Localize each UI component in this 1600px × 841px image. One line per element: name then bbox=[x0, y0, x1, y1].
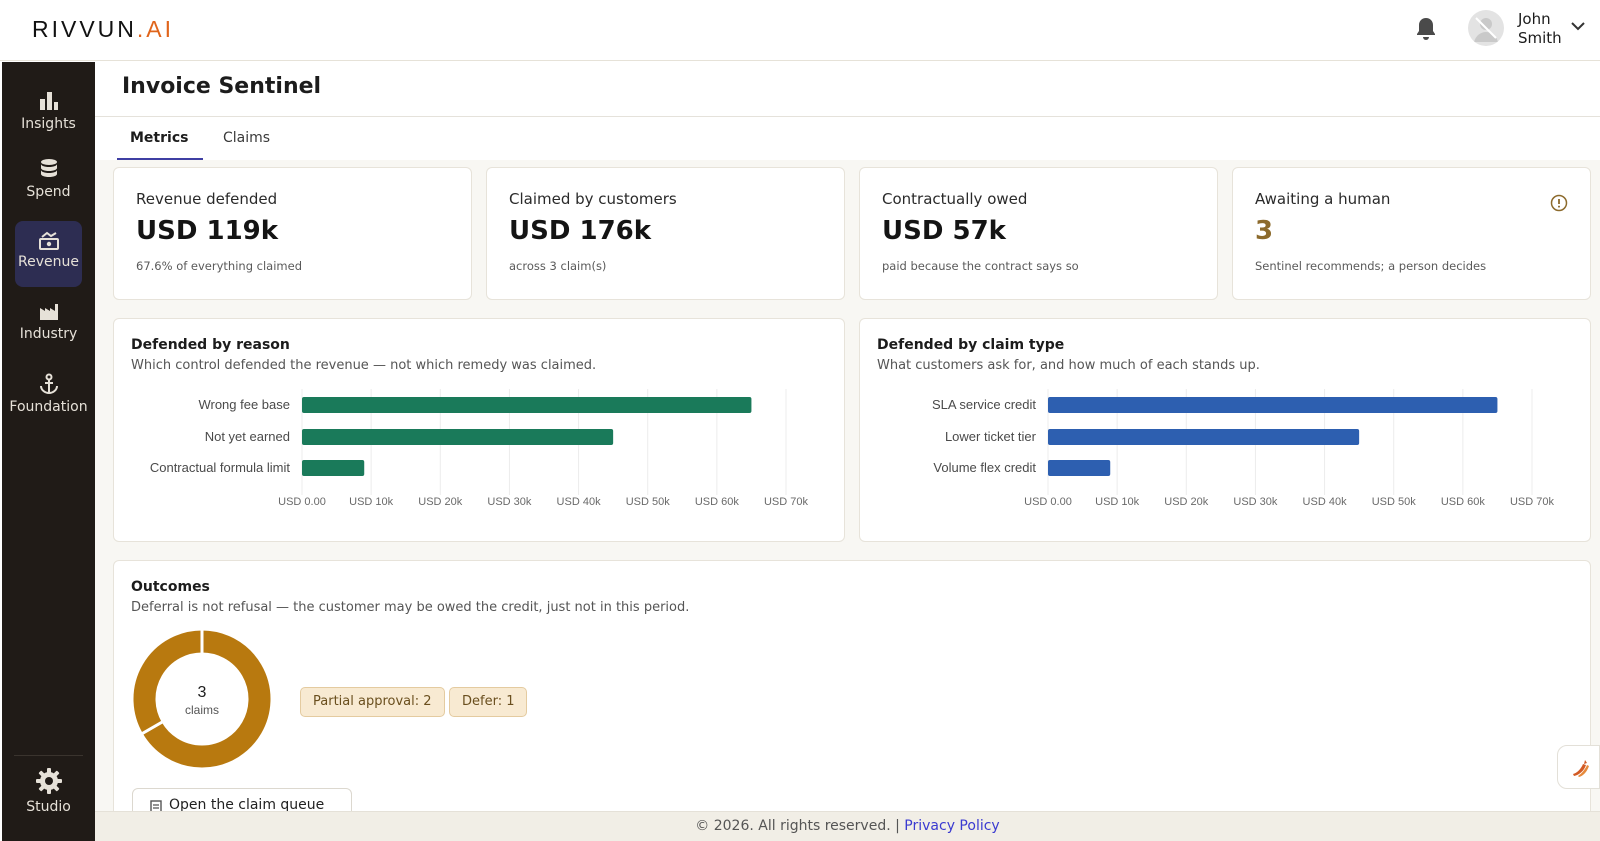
footer: © 2026. All rights reserved. | Privacy P… bbox=[95, 811, 1600, 841]
kpi-subtext: Sentinel recommends; a person decides bbox=[1255, 259, 1487, 273]
database-icon bbox=[40, 159, 57, 177]
kpi-subtext: paid because the contract says so bbox=[882, 259, 1079, 273]
chart-card-by-reason: Defended by reason Which control defende… bbox=[113, 318, 845, 542]
tab-claims[interactable]: Claims bbox=[223, 130, 270, 160]
chevron-down-icon[interactable] bbox=[1570, 20, 1586, 32]
kpi-value: USD 176k bbox=[509, 216, 652, 246]
sidebar-item-label: Spend bbox=[26, 184, 71, 200]
x-tick-label: USD 70k bbox=[1510, 496, 1555, 508]
kpi-card-claimed: Claimed by customers USD 176k across 3 c… bbox=[486, 167, 845, 300]
y-category-label: Volume flex credit bbox=[933, 460, 1036, 475]
assistant-icon bbox=[1573, 760, 1589, 777]
kpi-value: 3 bbox=[1255, 216, 1274, 246]
top-bar: RIVVUN.AI John Smith bbox=[0, 0, 1600, 61]
x-tick-label: USD 40k bbox=[1303, 496, 1348, 508]
bar bbox=[1048, 429, 1360, 445]
y-category-label: Wrong fee base bbox=[198, 397, 290, 412]
sidebar-item-spend[interactable]: Spend bbox=[15, 158, 82, 224]
bar bbox=[1048, 397, 1498, 413]
logo[interactable]: RIVVUN.AI bbox=[32, 16, 174, 43]
user-name[interactable]: John Smith bbox=[1518, 10, 1562, 48]
x-tick-label: USD 60k bbox=[1441, 496, 1486, 508]
logo-suffix: .AI bbox=[136, 16, 175, 42]
bar-chart-icon bbox=[39, 92, 58, 110]
x-tick-label: USD 0.00 bbox=[278, 496, 326, 508]
avatar-icon[interactable] bbox=[1468, 10, 1504, 46]
sidebar-item-insights[interactable]: Insights bbox=[15, 86, 82, 152]
bar-chart-by-reason: USD 0.00 USD 10k USD 20k USD 30k USD 40k USD … bbox=[150, 389, 809, 508]
user-last-name: Smith bbox=[1518, 29, 1562, 47]
tab-metrics[interactable]: Metrics bbox=[117, 130, 203, 160]
legend-pill-partial-approval: Partial approval: 2 bbox=[300, 687, 445, 717]
donut-center-value: 3 bbox=[198, 684, 207, 701]
y-category-label: Contractual formula limit bbox=[150, 460, 291, 475]
sidebar-item-label: Industry bbox=[19, 326, 78, 342]
kpi-value: USD 57k bbox=[882, 216, 1006, 246]
y-category-label: Not yet earned bbox=[205, 429, 290, 444]
gear-icon bbox=[35, 768, 62, 794]
x-tick-label: USD 50k bbox=[1372, 496, 1417, 508]
x-tick-label: USD 30k bbox=[487, 496, 532, 508]
kpi-label: Contractually owed bbox=[882, 190, 1028, 208]
bar bbox=[302, 429, 614, 445]
kpi-subtext: 67.6% of everything claimed bbox=[136, 259, 302, 273]
bell-icon[interactable] bbox=[1414, 16, 1438, 42]
bar-chart-by-claim-type: USD 0.00 USD 10k USD 20k USD 30k USD 40k USD … bbox=[932, 389, 1555, 508]
sidebar-divider bbox=[14, 755, 83, 756]
sidebar: Insights Spend Revenue Industry Foundati… bbox=[2, 62, 95, 841]
y-category-label: SLA service credit bbox=[932, 397, 1036, 412]
info-icon[interactable] bbox=[1550, 194, 1568, 212]
sidebar-item-foundation[interactable]: Foundation bbox=[9, 373, 88, 439]
donut-slice bbox=[132, 629, 204, 737]
y-category-label: Lower ticket tier bbox=[945, 429, 1037, 444]
factory-icon bbox=[39, 304, 58, 320]
sidebar-item-studio[interactable]: Studio bbox=[15, 767, 82, 833]
kpi-value: USD 119k bbox=[136, 216, 279, 246]
x-tick-label: USD 60k bbox=[695, 496, 740, 508]
kpi-label: Awaiting a human bbox=[1255, 190, 1391, 208]
sidebar-item-label: Studio bbox=[26, 799, 71, 815]
sidebar-item-industry[interactable]: Industry bbox=[15, 302, 82, 368]
sidebar-item-revenue[interactable]: Revenue bbox=[15, 221, 82, 287]
x-tick-label: USD 20k bbox=[418, 496, 463, 508]
chart-card-by-claim-type: Defended by claim type What customers as… bbox=[859, 318, 1591, 542]
bar bbox=[302, 460, 365, 476]
logo-main: RIVVUN bbox=[32, 16, 137, 42]
user-first-name: John bbox=[1518, 10, 1551, 28]
sidebar-item-label: Insights bbox=[21, 116, 76, 132]
chart-subtitle: Deferral is not refusal — the customer m… bbox=[131, 600, 690, 615]
anchor-icon bbox=[39, 373, 58, 395]
footer-copyright: © 2026. All rights reserved. | bbox=[695, 818, 900, 834]
x-tick-label: USD 20k bbox=[1164, 496, 1209, 508]
bar bbox=[1048, 460, 1111, 476]
page-header: Invoice Sentinel bbox=[95, 62, 1600, 117]
page-title: Invoice Sentinel bbox=[122, 74, 322, 99]
tab-bar: Metrics Claims bbox=[95, 118, 1600, 160]
kpi-card-awaiting-human: Awaiting a human 3 Sentinel recommends; … bbox=[1232, 167, 1591, 300]
donut-center-label: claims bbox=[185, 703, 219, 717]
kpi-label: Claimed by customers bbox=[509, 190, 677, 208]
x-tick-label: USD 0.00 bbox=[1024, 496, 1072, 508]
sidebar-item-label: Foundation bbox=[9, 399, 88, 415]
kpi-card-revenue-defended: Revenue defended USD 119k 67.6% of every… bbox=[113, 167, 472, 300]
assistant-float-button[interactable] bbox=[1557, 745, 1600, 789]
x-tick-label: USD 50k bbox=[626, 496, 671, 508]
x-tick-label: USD 40k bbox=[557, 496, 602, 508]
bar bbox=[302, 397, 752, 413]
money-icon bbox=[38, 231, 59, 250]
x-tick-label: USD 10k bbox=[1095, 496, 1140, 508]
x-tick-label: USD 70k bbox=[764, 496, 809, 508]
chart-title: Outcomes bbox=[131, 579, 210, 595]
kpi-subtext: across 3 claim(s) bbox=[509, 259, 607, 273]
kpi-label: Revenue defended bbox=[136, 190, 278, 208]
x-tick-label: USD 10k bbox=[349, 496, 394, 508]
sidebar-item-label: Revenue bbox=[18, 254, 79, 270]
legend-pill-defer: Defer: 1 bbox=[449, 687, 528, 717]
kpi-card-contractually-owed: Contractually owed USD 57k paid because … bbox=[859, 167, 1218, 300]
privacy-policy-link[interactable]: Privacy Policy bbox=[904, 818, 999, 834]
x-tick-label: USD 30k bbox=[1233, 496, 1278, 508]
